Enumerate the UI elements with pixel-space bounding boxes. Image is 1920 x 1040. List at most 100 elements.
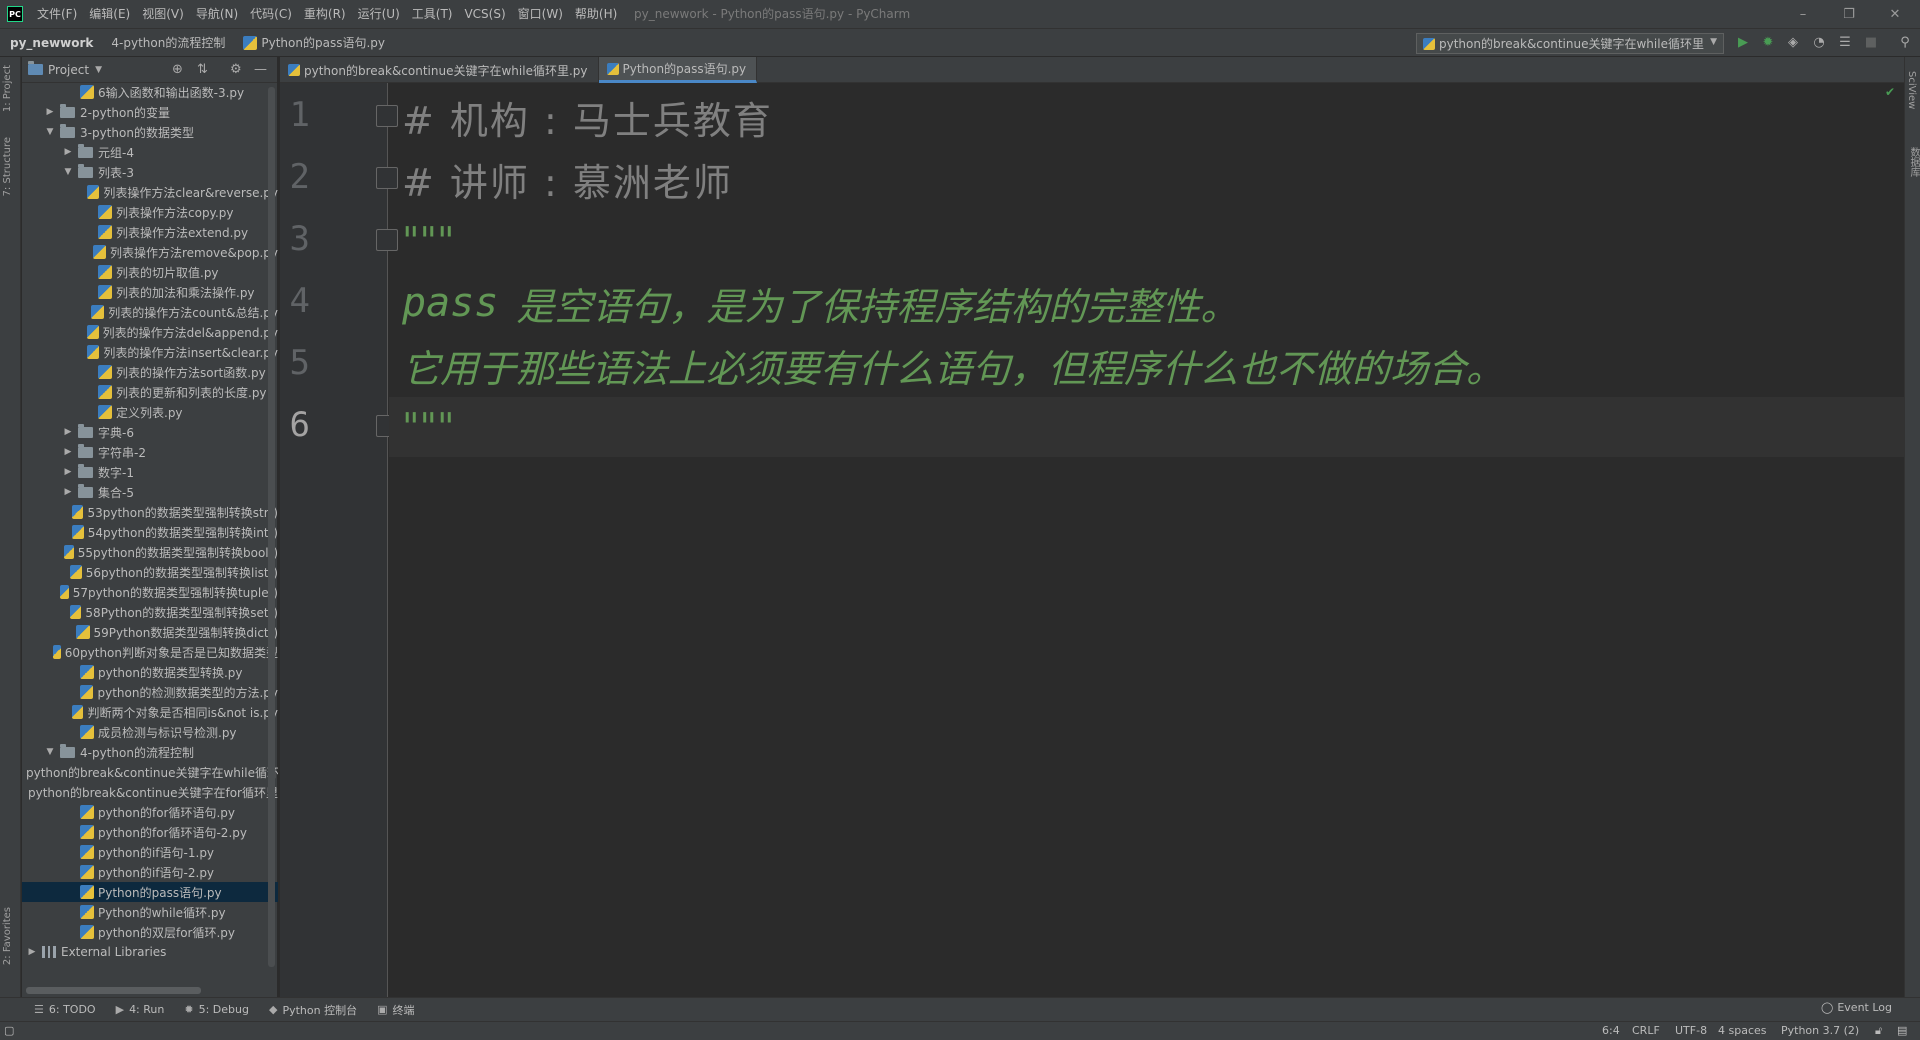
hide-icon[interactable]: — [254, 62, 267, 77]
indent-setting[interactable]: 4 spaces [1718, 1024, 1767, 1037]
tree-file[interactable]: 列表的操作方法sort函数.py [22, 362, 278, 382]
tree-file[interactable]: 列表的操作方法insert&clear.py [22, 342, 278, 362]
menu-help[interactable]: 帮助(H) [569, 0, 623, 28]
editor-tab-pass[interactable]: Python的pass语句.py [598, 57, 758, 83]
chevron-down-icon[interactable]: ▼ [44, 747, 56, 757]
chevron-right-icon[interactable]: ▶ [62, 427, 74, 437]
tab-structure[interactable]: 7: Structure [2, 137, 13, 196]
debug-icon[interactable]: ✹ [1759, 33, 1777, 51]
tree-file[interactable]: Python的pass语句.py [22, 882, 278, 902]
tree-file[interactable]: 59Python数据类型强制转换dict() [22, 622, 278, 642]
tree-folder[interactable]: ▶ 元组-4 [22, 142, 278, 162]
gear-icon[interactable]: ⚙ [230, 62, 242, 77]
code-line[interactable]: """ [389, 397, 1904, 457]
tree-file[interactable]: python的for循环语句.py [22, 802, 278, 822]
locate-icon[interactable]: ⊕ [172, 62, 183, 77]
tree-file[interactable]: 列表的操作方法del&append.py [22, 322, 278, 342]
caret-position[interactable]: 6:4 [1602, 1024, 1620, 1037]
breadcrumb-project[interactable]: py_newwork [0, 36, 101, 50]
code-line[interactable]: # 机构 : 马士兵教育 [402, 87, 773, 147]
tree-folder[interactable]: ▶ 字典-6 [22, 422, 278, 442]
tree-file[interactable]: 55python的数据类型强制转换bool() [22, 542, 278, 562]
menu-refactor[interactable]: 重构(R) [298, 0, 352, 28]
inspection-ok-icon[interactable]: ✔ [1885, 85, 1895, 99]
project-view-select[interactable]: Project [48, 63, 89, 77]
chevron-right-icon[interactable]: ▶ [62, 147, 74, 157]
profile-icon[interactable]: ◔ [1810, 33, 1828, 51]
tree-file[interactable]: Python的while循环.py [22, 902, 278, 922]
tree-node[interactable]: ▶ External Libraries [22, 942, 278, 962]
menu-edit[interactable]: 编辑(E) [83, 0, 136, 28]
menu-run[interactable]: 运行(U) [352, 0, 406, 28]
fold-marker-icon[interactable] [376, 167, 398, 189]
close-icon[interactable]: ✕ [1872, 0, 1918, 28]
file-encoding[interactable]: UTF-8 [1675, 1024, 1707, 1037]
run-tab[interactable]: ▶ 4: Run [106, 1003, 175, 1016]
tree-folder[interactable]: ▶ 数字-1 [22, 462, 278, 482]
breadcrumb-file[interactable]: Python的pass语句.py [233, 34, 393, 51]
tree-file[interactable]: 列表的操作方法count&总结.py [22, 302, 278, 322]
chevron-right-icon[interactable]: ▶ [62, 487, 74, 497]
tree-file[interactable]: python的for循环语句-2.py [22, 822, 278, 842]
lock-icon[interactable]: 🔓︎ [1875, 1024, 1882, 1038]
tree-file[interactable]: 53python的数据类型强制转换str() [22, 502, 278, 522]
line-separator[interactable]: CRLF [1632, 1024, 1660, 1037]
tree-file[interactable]: 列表操作方法remove&pop.py [22, 242, 278, 262]
memory-icon[interactable]: ▤ [1897, 1024, 1907, 1037]
menu-tools[interactable]: 工具(T) [406, 0, 459, 28]
event-log-tab[interactable]: ◯ Event Log [1821, 1001, 1892, 1014]
debug-tab[interactable]: ✹ 5: Debug [174, 1003, 259, 1016]
chevron-right-icon[interactable]: ▶ [62, 447, 74, 457]
tree-folder[interactable]: ▼ 列表-3 [22, 162, 278, 182]
editor-tab-break-continue[interactable]: python的break&continue关键字在while循环里.py [280, 57, 599, 83]
run-configuration-select[interactable]: python的break&continue关键字在while循环里 ▼ [1416, 33, 1724, 54]
python-interpreter[interactable]: Python 3.7 (2) [1781, 1024, 1859, 1037]
tree-file[interactable]: 列表操作方法copy.py [22, 202, 278, 222]
restore-icon[interactable]: ❐ [1826, 0, 1872, 28]
code-line[interactable]: """ [402, 211, 454, 271]
tree-file[interactable]: 列表操作方法extend.py [22, 222, 278, 242]
fold-marker-icon[interactable] [376, 229, 398, 251]
tree-horizontal-scrollbar[interactable] [26, 987, 201, 994]
menu-vcs[interactable]: VCS(S) [458, 0, 511, 28]
tree-file[interactable]: 58Python的数据类型强制转换set() [22, 602, 278, 622]
chevron-down-icon[interactable]: ▼ [95, 65, 102, 75]
tree-file[interactable]: 56python的数据类型强制转换list() [22, 562, 278, 582]
chevron-right-icon[interactable]: ▶ [44, 107, 56, 117]
menu-view[interactable]: 视图(V) [136, 0, 190, 28]
terminal-tab[interactable]: ▣ 终端 [367, 1002, 424, 1018]
tab-sciview[interactable]: SciView [1906, 71, 1917, 109]
tree-vertical-scrollbar[interactable] [268, 87, 275, 967]
code-line[interactable]: pass 是空语句，是为了保持程序结构的完整性。 [402, 273, 1238, 333]
tree-folder[interactable]: ▼ 4-python的流程控制 [22, 742, 278, 762]
chevron-right-icon[interactable]: ▶ [62, 467, 74, 477]
tree-file[interactable]: python的if语句-2.py [22, 862, 278, 882]
tree-file[interactable]: 列表的更新和列表的长度.py [22, 382, 278, 402]
tree-file[interactable]: 54python的数据类型强制转换int() [22, 522, 278, 542]
tree-folder[interactable]: ▶ 2-python的变量 [22, 102, 278, 122]
tree-file[interactable]: 60python判断对象是否是已知数据类型 [22, 642, 278, 662]
tree-file[interactable]: 列表操作方法clear&reverse.py [22, 182, 278, 202]
tree-folder[interactable]: ▶ 集合-5 [22, 482, 278, 502]
tree-file[interactable]: python的双层for循环.py [22, 922, 278, 942]
tab-favorites[interactable]: 2: Favorites [2, 907, 13, 965]
stop-icon[interactable]: ■ [1862, 33, 1880, 51]
tree-file[interactable]: 判断两个对象是否相同is&not is.py [22, 702, 278, 722]
tree-file[interactable]: 列表的切片取值.py [22, 262, 278, 282]
chevron-down-icon[interactable]: ▼ [62, 167, 74, 177]
tree-file[interactable]: 57python的数据类型强制转换tuple() [22, 582, 278, 602]
fold-marker-icon[interactable] [376, 105, 398, 127]
tree-file[interactable]: python的break&continue关键字在while循环里 [22, 762, 278, 782]
tree-file[interactable]: 列表的加法和乘法操作.py [22, 282, 278, 302]
menu-window[interactable]: 窗口(W) [512, 0, 569, 28]
tree-folder[interactable]: ▶ 字符串-2 [22, 442, 278, 462]
tree-file[interactable]: python的检测数据类型的方法.py [22, 682, 278, 702]
tree-file[interactable]: python的数据类型转换.py [22, 662, 278, 682]
toggle-tool-windows-icon[interactable]: ▢ [4, 1024, 14, 1037]
menu-file[interactable]: 文件(F) [31, 0, 83, 28]
tree-file[interactable]: python的break&continue关键字在for循环里 [22, 782, 278, 802]
code-line[interactable]: 它用于那些语法上必须要有什么语句，但程序什么也不做的场合。 [402, 335, 1504, 395]
build-icon[interactable]: ☰ [1836, 33, 1854, 51]
breadcrumb-folder[interactable]: 4-python的流程控制 [101, 34, 233, 51]
code-editor[interactable]: 1 2 3 4 5 6 # 机构 : 马士兵教育 # 讲师 : 慕洲老师 """ pass 是空语… [280, 83, 1904, 997]
